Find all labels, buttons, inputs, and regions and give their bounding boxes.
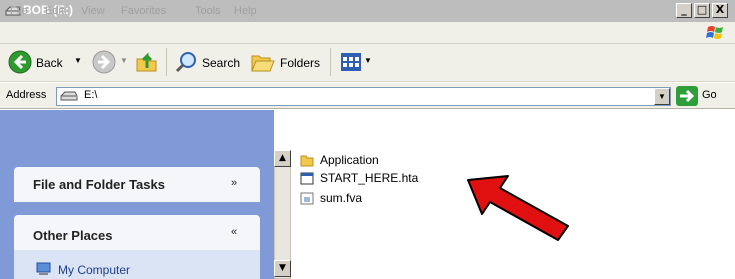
windows-logo-icon: [706, 26, 723, 39]
menu-tools[interactable]: Tools: [195, 5, 221, 17]
red-arrow-pointer: [467, 175, 569, 241]
toolbar-separator: [166, 48, 167, 76]
address-dropdown-button[interactable]: ▼: [654, 88, 670, 105]
back-button-label[interactable]: Back: [36, 56, 63, 70]
address-input[interactable]: [56, 87, 671, 106]
go-arrow-icon[interactable]: [676, 86, 698, 106]
toolbar-separator: [330, 48, 331, 76]
scroll-down-button[interactable]: ▼: [274, 260, 291, 277]
file-folder-tasks-title[interactable]: File and Folder Tasks: [33, 177, 165, 192]
folders-button-label[interactable]: Folders: [280, 56, 320, 70]
back-arrow-icon[interactable]: [8, 50, 32, 74]
up-folder-icon[interactable]: [134, 50, 160, 74]
hta-file-icon: [300, 172, 314, 185]
minimize-button[interactable]: _: [676, 3, 692, 18]
views-dropdown-icon[interactable]: ▼: [364, 56, 372, 65]
drive-icon: [60, 91, 78, 101]
back-dropdown-icon[interactable]: ▼: [74, 56, 82, 65]
other-places-title[interactable]: Other Places: [33, 228, 113, 243]
search-button-label[interactable]: Search: [202, 56, 240, 70]
title-bar: [0, 0, 735, 22]
my-computer-icon[interactable]: [36, 262, 52, 276]
menu-edit[interactable]: Edit: [45, 5, 64, 17]
folder-icon: [300, 155, 314, 167]
go-button-label[interactable]: Go: [702, 89, 717, 101]
menu-view[interactable]: View: [81, 5, 105, 17]
menu-help[interactable]: Help: [234, 5, 257, 17]
menu-favorites[interactable]: Favorites: [121, 5, 166, 17]
forward-dropdown-icon[interactable]: ▼: [120, 56, 128, 65]
file-name[interactable]: sum.fva: [320, 191, 362, 205]
forward-arrow-icon[interactable]: [92, 50, 116, 74]
close-button[interactable]: X: [712, 3, 728, 18]
menu-bar: [0, 22, 735, 44]
address-value[interactable]: E:\: [84, 89, 97, 101]
chevron-down-icon[interactable]: »: [231, 177, 237, 189]
menu-file[interactable]: File: [10, 5, 28, 17]
fva-file-icon: [300, 192, 314, 205]
my-computer-link[interactable]: My Computer: [58, 263, 130, 277]
search-icon[interactable]: [174, 50, 198, 74]
folders-icon[interactable]: [250, 50, 276, 74]
file-name[interactable]: Application: [320, 153, 379, 167]
scroll-up-button[interactable]: ▲: [274, 150, 291, 167]
file-name[interactable]: START_HERE.hta: [320, 171, 418, 185]
views-icon[interactable]: [340, 52, 362, 72]
address-label: Address: [6, 89, 47, 101]
chevron-up-icon[interactable]: «: [231, 226, 237, 238]
maximize-button[interactable]: □: [694, 3, 710, 18]
